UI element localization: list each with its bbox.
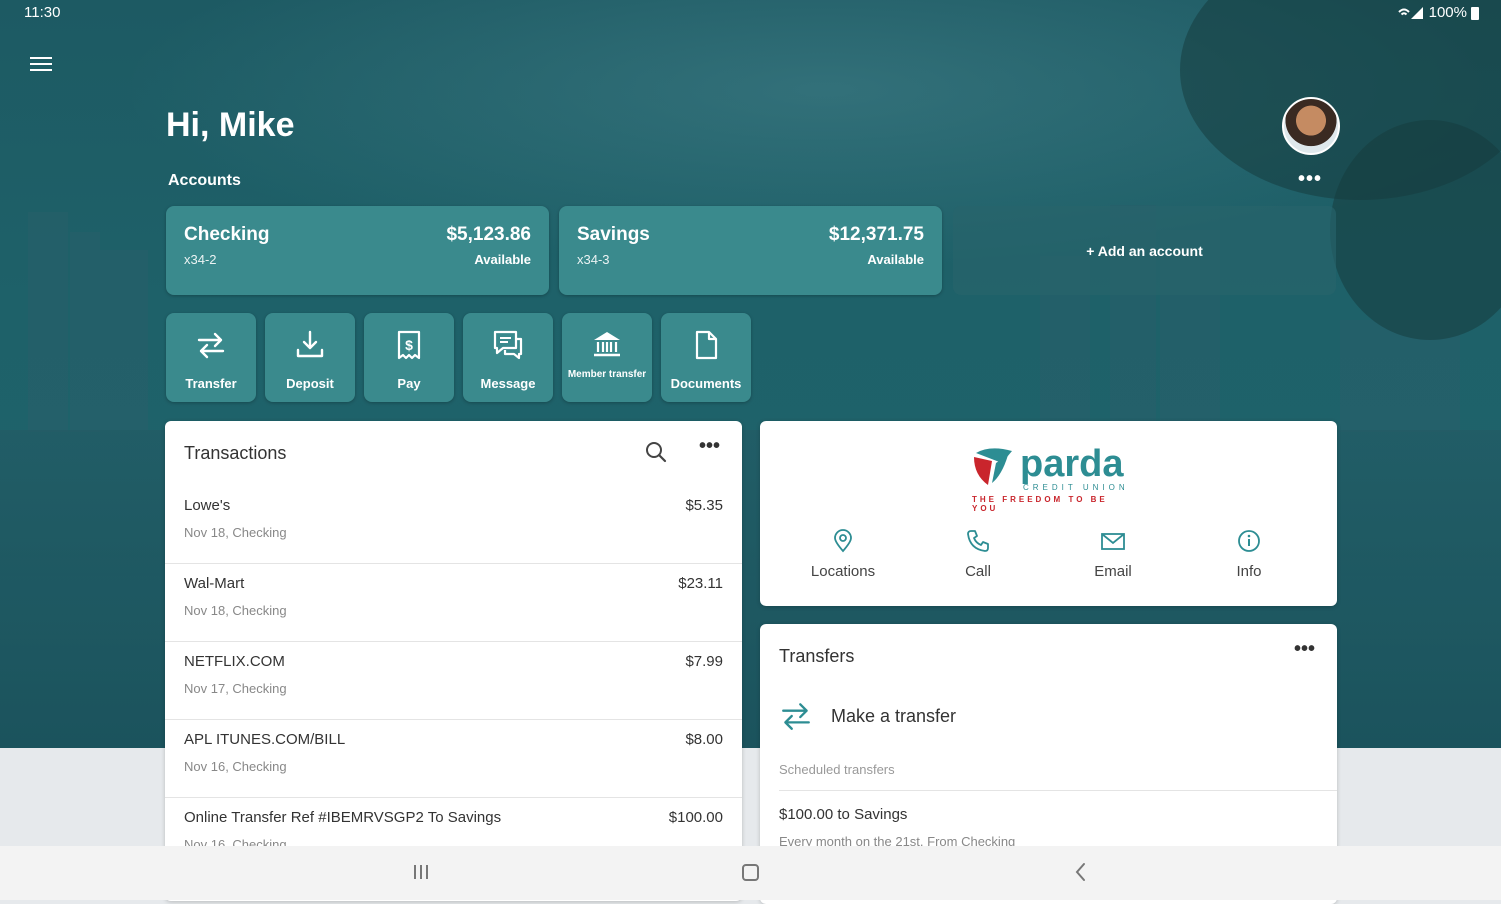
bank-icon bbox=[594, 332, 620, 357]
account-name: Checking bbox=[184, 224, 270, 245]
scheduled-transfers-label: Scheduled transfers bbox=[779, 762, 895, 777]
transaction-row[interactable]: APL ITUNES.COM/BILL Nov 16, Checking $8.… bbox=[165, 719, 742, 798]
accounts-label: Accounts bbox=[168, 172, 241, 189]
deposit-icon bbox=[296, 330, 324, 358]
message-button[interactable]: Message bbox=[463, 313, 553, 402]
divider bbox=[779, 790, 1337, 791]
link-label: Locations bbox=[810, 563, 876, 580]
search-icon[interactable] bbox=[645, 441, 667, 463]
transaction-merchant: APL ITUNES.COM/BILL bbox=[184, 731, 346, 748]
transaction-merchant: Lowe's bbox=[184, 497, 231, 514]
email-link[interactable]: Email bbox=[1058, 529, 1168, 580]
transaction-amount: $7.99 bbox=[685, 653, 723, 670]
info-icon bbox=[1238, 530, 1260, 552]
account-number: x34-3 bbox=[577, 252, 610, 267]
quick-action-label: Message bbox=[480, 376, 536, 391]
pay-button[interactable]: $ Pay bbox=[364, 313, 454, 402]
logo-tagline: THE FREEDOM TO BE YOU bbox=[972, 495, 1108, 513]
svg-text:$: $ bbox=[405, 337, 413, 353]
account-card-checking[interactable]: Checking x34-2 $5,123.86 Available bbox=[166, 206, 549, 295]
transaction-row[interactable]: Wal-Mart Nov 18, Checking $23.11 bbox=[165, 563, 742, 642]
account-number: x34-2 bbox=[184, 252, 217, 267]
transaction-row[interactable]: NETFLIX.COM Nov 17, Checking $7.99 bbox=[165, 641, 742, 720]
building bbox=[100, 250, 148, 430]
transactions-card: Transactions ••• Lowe's Nov 18, Checking… bbox=[165, 421, 742, 901]
link-label: Info bbox=[1236, 563, 1262, 580]
transaction-amount: $23.11 bbox=[678, 575, 723, 592]
hamburger-menu-icon[interactable] bbox=[30, 54, 52, 72]
quick-action-label: Transfer bbox=[185, 376, 237, 391]
make-transfer-button[interactable]: Make a transfer bbox=[779, 696, 956, 736]
phone-icon bbox=[967, 530, 989, 552]
transaction-detail: Nov 17, Checking bbox=[184, 681, 287, 696]
make-transfer-label: Make a transfer bbox=[831, 705, 957, 726]
quick-action-label: Documents bbox=[670, 376, 742, 391]
transfers-title: Transfers bbox=[779, 646, 855, 666]
document-icon bbox=[695, 330, 718, 360]
home-icon[interactable] bbox=[740, 860, 762, 884]
quick-action-label: Pay bbox=[397, 376, 421, 391]
pay-icon: $ bbox=[397, 330, 421, 360]
transaction-merchant: Wal-Mart bbox=[184, 575, 245, 592]
building bbox=[70, 232, 100, 432]
logo-mark-icon bbox=[974, 448, 1012, 485]
profile-more-icon[interactable]: ••• bbox=[1298, 168, 1322, 191]
transactions-more-icon[interactable]: ••• bbox=[699, 435, 720, 458]
transfer-button[interactable]: Transfer bbox=[166, 313, 256, 402]
scheduled-transfer-title[interactable]: $100.00 to Savings bbox=[779, 806, 907, 823]
transaction-detail: Nov 16, Checking bbox=[184, 759, 287, 774]
link-label: Email bbox=[1094, 563, 1132, 580]
quick-action-label: Deposit bbox=[286, 376, 334, 391]
transaction-merchant: Online Transfer Ref #IBEMRVSGP2 To Savin… bbox=[184, 809, 502, 826]
transaction-detail: Nov 18, Checking bbox=[184, 525, 287, 540]
system-navigation-bar bbox=[0, 846, 1501, 900]
transaction-detail: Nov 18, Checking bbox=[184, 603, 287, 618]
deposit-button[interactable]: Deposit bbox=[265, 313, 355, 402]
account-balance: $5,123.86 bbox=[446, 224, 531, 245]
location-pin-icon bbox=[834, 529, 852, 553]
link-label: Call bbox=[965, 563, 991, 580]
greeting: Hi, Mike bbox=[166, 106, 295, 144]
transfer-icon bbox=[782, 703, 810, 730]
account-card-savings[interactable]: Savings x34-3 $12,371.75 Available bbox=[559, 206, 942, 295]
recent-apps-icon[interactable] bbox=[411, 860, 431, 884]
transfers-more-icon[interactable]: ••• bbox=[1294, 638, 1315, 661]
building bbox=[28, 212, 68, 432]
documents-button[interactable]: Documents bbox=[661, 313, 751, 402]
status-indicators: 100% bbox=[1397, 4, 1479, 21]
balance-label: Available bbox=[474, 252, 531, 267]
transactions-title: Transactions bbox=[184, 443, 287, 463]
locations-link[interactable]: Locations bbox=[788, 529, 898, 580]
add-account-button[interactable]: + Add an account bbox=[953, 206, 1336, 295]
logo-subtitle: CREDIT UNION bbox=[1023, 483, 1129, 492]
transaction-amount: $5.35 bbox=[685, 497, 723, 514]
balance-label: Available bbox=[867, 252, 924, 267]
avatar[interactable] bbox=[1282, 97, 1340, 155]
quick-action-label: Member transfer bbox=[567, 369, 647, 380]
battery-percent: 100% bbox=[1428, 4, 1467, 21]
message-icon bbox=[493, 330, 523, 360]
signal-icon bbox=[1397, 6, 1423, 19]
credit-union-card: parda CREDIT UNION THE FREEDOM TO BE YOU… bbox=[760, 421, 1337, 606]
transaction-row[interactable]: Lowe's Nov 18, Checking $5.35 bbox=[165, 485, 742, 564]
logo-word: parda bbox=[1020, 443, 1124, 485]
battery-icon bbox=[1471, 6, 1479, 20]
back-icon[interactable] bbox=[1072, 860, 1090, 884]
email-icon bbox=[1101, 533, 1125, 550]
account-name: Savings bbox=[577, 224, 650, 245]
call-link[interactable]: Call bbox=[923, 529, 1033, 580]
credit-union-logo: parda CREDIT UNION THE FREEDOM TO BE YOU bbox=[970, 443, 1130, 513]
info-link[interactable]: Info bbox=[1194, 529, 1304, 580]
member-transfer-button[interactable]: Member transfer bbox=[562, 313, 652, 402]
transaction-merchant: NETFLIX.COM bbox=[184, 653, 285, 670]
transaction-amount: $100.00 bbox=[668, 809, 723, 826]
transaction-amount: $8.00 bbox=[685, 731, 723, 748]
account-balance: $12,371.75 bbox=[828, 224, 924, 245]
transfer-icon bbox=[197, 332, 225, 359]
status-time: 11:30 bbox=[24, 4, 61, 21]
